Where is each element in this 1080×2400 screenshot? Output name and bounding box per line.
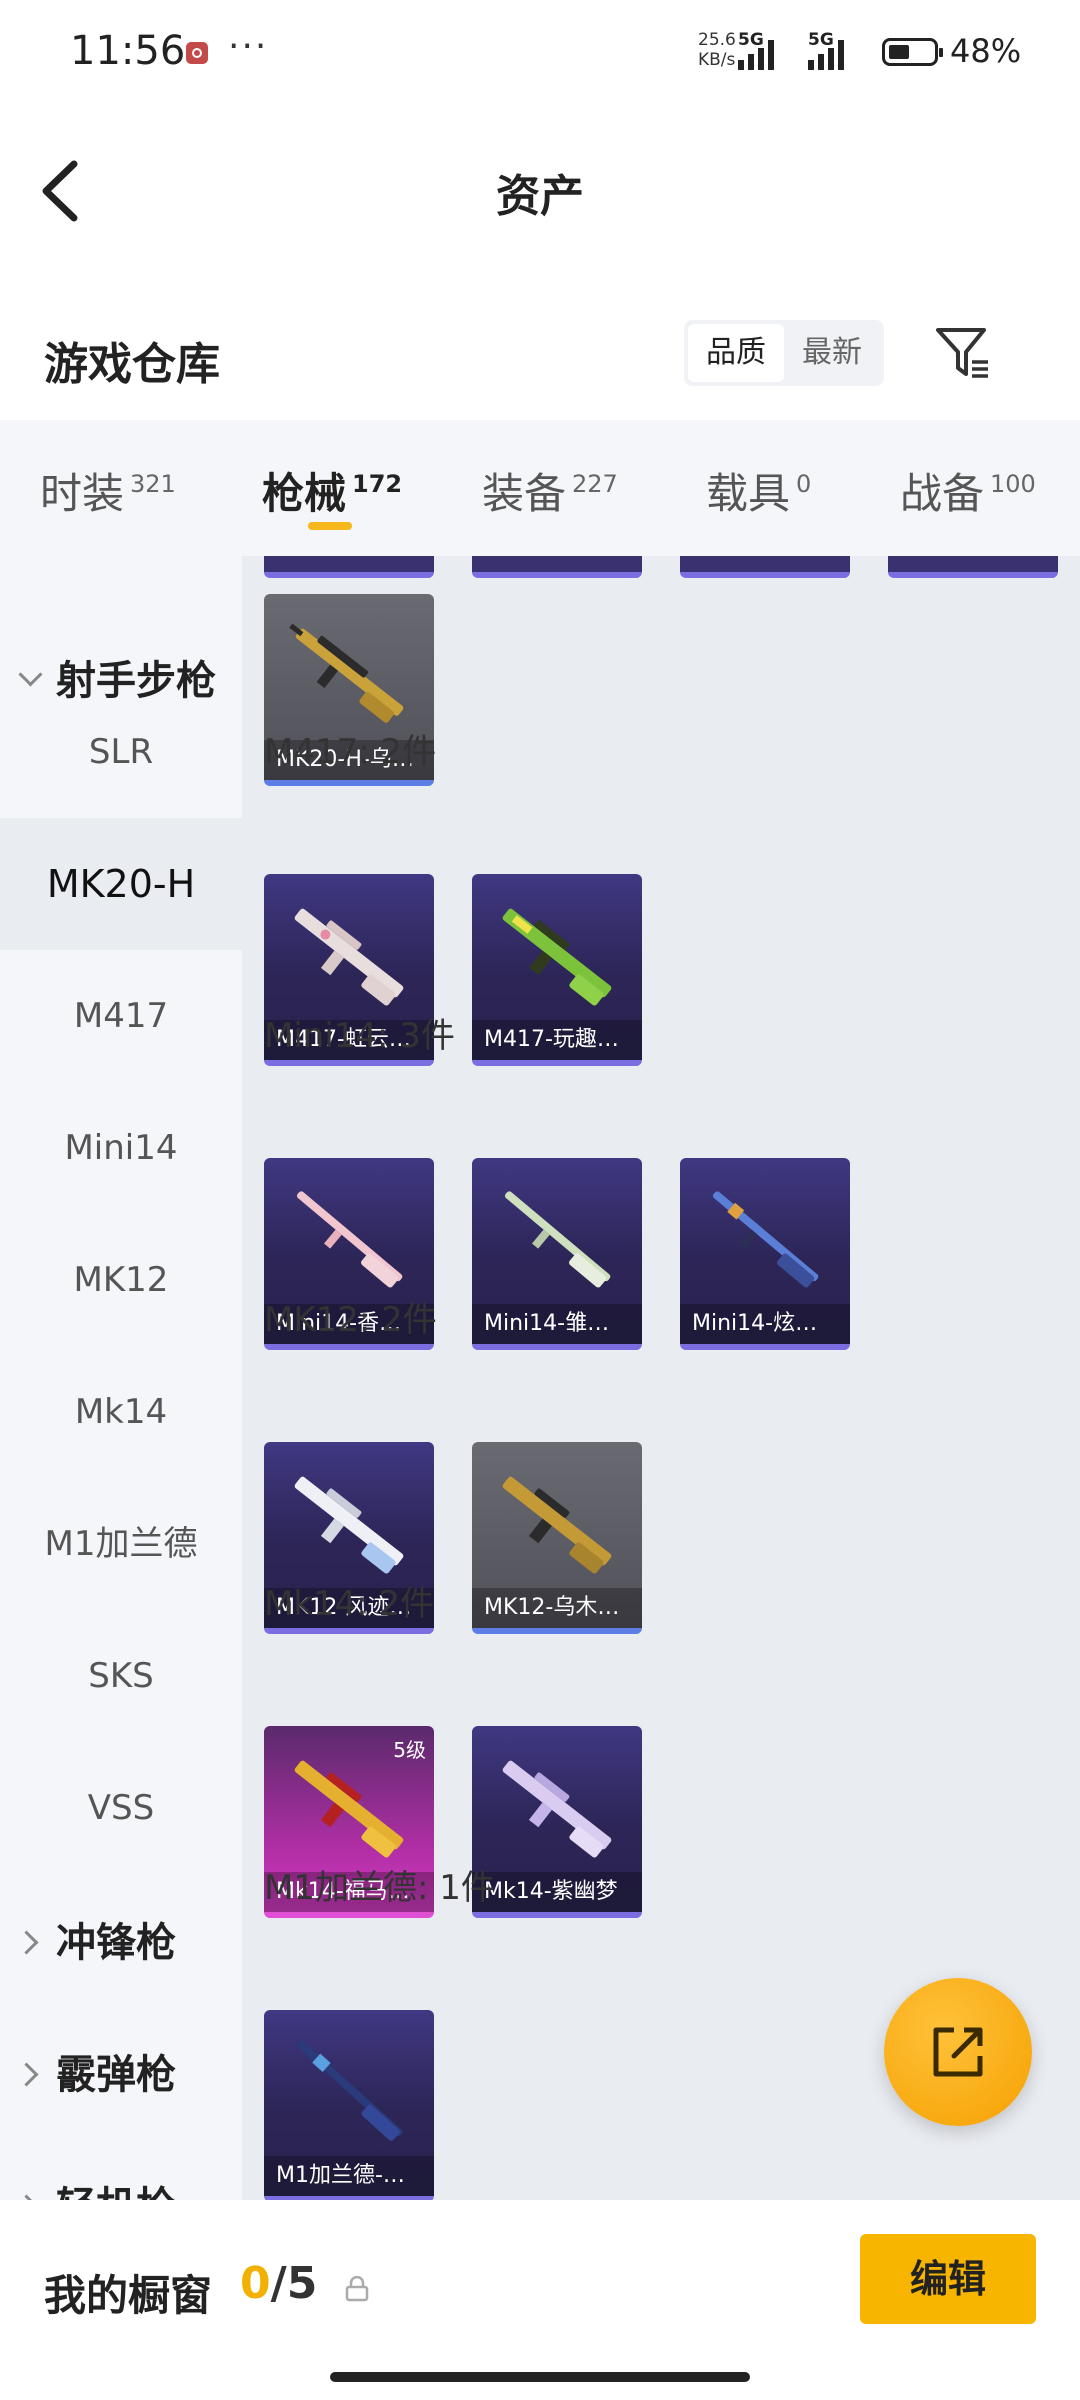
chevron-right-icon	[14, 2062, 39, 2087]
warehouse-title: 游戏仓库	[44, 339, 220, 390]
group-label: M417: 2件	[264, 732, 437, 772]
skin-card[interactable]: Mini14-炫彩…	[680, 1158, 850, 1350]
sidebar-item-slr[interactable]: SLR	[0, 686, 242, 818]
share-float-button[interactable]	[884, 1978, 1032, 2126]
battery-percent: 48%	[950, 32, 1022, 70]
alarm-icon	[186, 42, 208, 64]
status-time: 11:56	[70, 28, 186, 74]
lock-icon	[345, 2276, 369, 2302]
skin-card-name: Mini14-雏菊…	[472, 1304, 642, 1344]
sidebar-item-mk20h[interactable]: MK20-H	[0, 818, 242, 950]
showcase-bar: 我的橱窗 0/5 编辑	[0, 2200, 1080, 2400]
skin-card-partial[interactable]	[264, 556, 434, 578]
category-tabs: 时装 321 枪械 172 装备 227 载具 0 战备 100	[0, 420, 1080, 556]
skin-card[interactable]: M1加兰德-…	[264, 2010, 434, 2200]
sidebar-item-vss[interactable]: VSS	[0, 1742, 242, 1874]
sort-newest-button[interactable]: 最新	[784, 324, 880, 382]
tab-combat-gear[interactable]: 战备 100	[900, 460, 1036, 521]
group-label: MK12: 2件	[264, 1300, 437, 1340]
page-title: 资产	[496, 171, 584, 222]
sidebar-group-shotgun[interactable]: 霰弹枪	[0, 2020, 242, 2130]
skin-card[interactable]: Mini14-雏菊…	[472, 1158, 642, 1350]
skin-level-badge: 5级	[393, 1738, 426, 1762]
rifle-icon	[502, 908, 612, 1006]
rifle-icon	[294, 1476, 404, 1574]
skin-card-partial[interactable]	[888, 556, 1058, 578]
chevron-down-icon	[18, 662, 43, 687]
sidebar-item-mk14[interactable]: Mk14	[0, 1346, 242, 1478]
more-notifications-icon: ···	[228, 26, 269, 67]
group-label: Mini14: 3件	[264, 1016, 455, 1056]
active-tab-indicator	[308, 522, 352, 530]
rifle-icon	[502, 1476, 612, 1574]
network-speed: 25.6 KB/s	[698, 30, 736, 70]
rifle-icon	[289, 623, 404, 723]
sidebar-item-m1-garand[interactable]: M1加兰德	[0, 1478, 242, 1610]
sidebar-group-lmg[interactable]: 轻机枪	[0, 2152, 242, 2200]
sort-toggle: 品质 最新	[684, 320, 884, 386]
rifle-icon	[504, 1191, 611, 1288]
weapon-skin-grid: MK20-H-乌… M417: 2件 M417-虹云… M417-玩趣… Min…	[242, 556, 1080, 2200]
edit-button[interactable]: 编辑	[860, 2234, 1036, 2324]
rifle-icon	[502, 1760, 612, 1858]
group-label: M1加兰德: 1件	[264, 1868, 495, 1908]
sidebar-item-mk12[interactable]: MK12	[0, 1214, 242, 1346]
network-speed-value: 25.6	[698, 30, 736, 50]
tab-firearms[interactable]: 枪械 172	[262, 460, 402, 521]
skin-card[interactable]: M417-玩趣…	[472, 874, 642, 1066]
signal-icon: 5G	[738, 30, 794, 70]
warehouse-header: 游戏仓库 品质 最新	[0, 272, 1080, 420]
skin-card-name: M1加兰德-…	[264, 2156, 434, 2196]
showcase-title: 我的橱窗	[44, 2271, 213, 2320]
sidebar-item-sks[interactable]: SKS	[0, 1610, 242, 1742]
sidebar-group-smg[interactable]: 冲锋枪	[0, 1888, 242, 1998]
showcase-count: 0/5	[240, 2258, 318, 2309]
skin-card-name: Mini14-炫彩…	[680, 1304, 850, 1344]
home-indicator[interactable]	[330, 2372, 750, 2382]
rifle-icon	[296, 2040, 403, 2141]
status-bar: 11:56 ··· 25.6 KB/s 5G 5G 48%	[0, 0, 1080, 108]
rifle-icon	[294, 908, 404, 1006]
tab-fashion[interactable]: 时装 321	[40, 460, 176, 521]
rifle-icon	[296, 1191, 403, 1288]
network-speed-unit: KB/s	[698, 50, 736, 70]
filter-icon[interactable]	[934, 324, 992, 382]
weapon-sidebar: 射手步枪 SLR MK20-H M417 Mini14 MK12 Mk14 M1…	[0, 556, 242, 2200]
rifle-icon	[712, 1191, 819, 1288]
chevron-right-icon	[14, 1930, 39, 1955]
group-label: Mk14: 2件	[264, 1584, 435, 1624]
battery-icon	[882, 38, 943, 66]
tab-vehicles[interactable]: 载具 0	[706, 460, 811, 521]
nav-bar: 资产	[0, 108, 1080, 272]
skin-card-name: MK12-乌木…	[472, 1588, 642, 1628]
skin-card[interactable]: Mk14-紫幽梦	[472, 1726, 642, 1918]
sort-quality-button[interactable]: 品质	[688, 324, 784, 382]
sidebar-item-mini14[interactable]: Mini14	[0, 1082, 242, 1214]
share-icon	[933, 2027, 983, 2077]
skin-card-partial[interactable]	[472, 556, 642, 578]
skin-card-name: M417-玩趣…	[472, 1020, 642, 1060]
tab-equipment[interactable]: 装备 227	[482, 460, 618, 521]
skin-card-partial[interactable]	[680, 556, 850, 578]
sidebar-item-m417[interactable]: M417	[0, 950, 242, 1082]
skin-card-name: Mk14-紫幽梦	[472, 1872, 642, 1912]
signal-icon-2: 5G	[808, 30, 864, 70]
skin-card[interactable]: MK12-乌木…	[472, 1442, 642, 1634]
